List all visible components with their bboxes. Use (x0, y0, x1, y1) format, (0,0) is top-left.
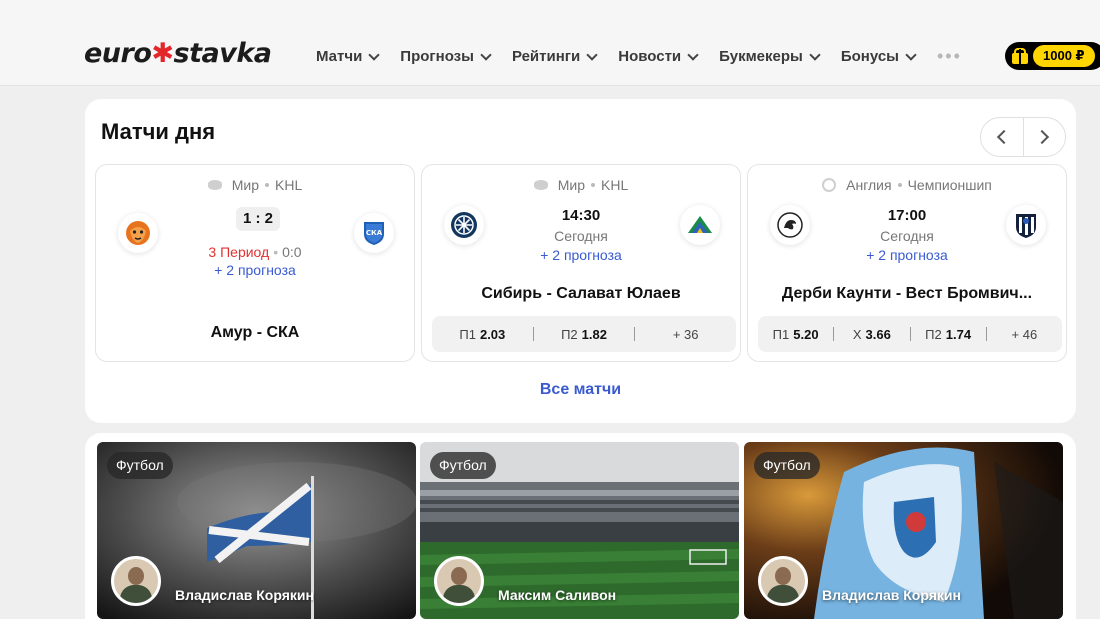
league-row: Мир KHL (96, 177, 414, 193)
site-header: euro✱stavka Матчи Прогнозы Рейтинги Ново… (0, 0, 1100, 86)
site-logo[interactable]: euro✱stavka (84, 38, 272, 69)
league-name: Чемпионшип (907, 177, 992, 193)
carousel-next-button[interactable] (1022, 118, 1065, 156)
author-avatar (758, 556, 808, 606)
forecasts-link[interactable]: + 2 прогноза (422, 247, 740, 263)
match-period: 3 Период (208, 244, 270, 260)
carousel-controls (980, 117, 1066, 157)
hockey-puck-icon (533, 180, 548, 190)
soccer-ball-icon (822, 178, 837, 192)
bonus-amount: 1000 ₽ (1033, 45, 1095, 67)
league-country: Мир (557, 177, 586, 193)
odd-p1[interactable]: П1 2.03 (432, 327, 533, 342)
match-name[interactable]: Амур - СКА (96, 324, 414, 342)
news-card[interactable]: Футбол Владислав Корякин (97, 442, 416, 619)
category-badge: Футбол (107, 452, 173, 479)
chevron-down-icon (905, 48, 917, 61)
separator-dot (897, 183, 902, 187)
match-period-row: 3 Период • 0:0 (208, 244, 302, 260)
author-avatar (111, 556, 161, 606)
separator-dot (591, 183, 596, 187)
section-title: Матчи дня (101, 119, 216, 144)
match-name[interactable]: Сибирь - Салават Юлаев (422, 285, 740, 303)
logo-text-part2: stavka (173, 38, 272, 69)
matches-of-day-panel: Матчи дня Мир KHL СКА 1 : 2 3 Период • 0:0… (85, 99, 1076, 423)
match-card-derby-wba[interactable]: Англия Чемпионшип 17:00 Сегодня + 2 прог… (747, 164, 1067, 362)
bonus-button[interactable]: 1000 ₽ (1005, 42, 1100, 70)
odd-p1[interactable]: П1 5.20 (758, 327, 833, 342)
all-matches-link[interactable]: Все матчи (85, 381, 1076, 399)
hockey-puck-icon (207, 180, 222, 190)
chevron-down-icon (586, 48, 598, 61)
odds-bar: П1 5.20 Х 3.66 П2 1.74 + 46 (758, 316, 1062, 352)
separator-dot (265, 183, 270, 187)
chevron-down-icon (368, 48, 380, 61)
odd-more[interactable]: + 36 (635, 327, 736, 342)
main-nav: Матчи Прогнозы Рейтинги Новости Букмекер… (316, 46, 962, 67)
league-country: Англия (846, 177, 892, 193)
nav-item-matches[interactable]: Матчи (316, 48, 380, 65)
nav-item-label: Прогнозы (400, 48, 474, 65)
nav-item-label: Новости (618, 48, 682, 65)
nav-item-forecasts[interactable]: Прогнозы (400, 48, 492, 65)
odd-p2[interactable]: П2 1.82 (534, 327, 635, 342)
gift-icon (1011, 48, 1029, 64)
author-name: Максим Саливон (498, 587, 617, 603)
match-card-amur-ska[interactable]: Мир KHL СКА 1 : 2 3 Период • 0:0 + 2 прогн… (95, 164, 415, 362)
nav-item-ratings[interactable]: Рейтинги (511, 48, 598, 65)
match-card-sibir-salavat[interactable]: Мир KHL 14:30 Сегодня + 2 прогноза Сибир… (421, 164, 741, 362)
league-row: Англия Чемпионшип (748, 177, 1066, 193)
logo-text-part1: euro (84, 38, 152, 69)
author-avatar (434, 556, 484, 606)
nav-item-news[interactable]: Новости (618, 48, 699, 65)
author-name: Владислав Корякин (822, 587, 961, 603)
odd-p2[interactable]: П2 1.74 (911, 327, 986, 342)
odd-x[interactable]: Х 3.66 (834, 327, 909, 342)
chevron-down-icon (809, 48, 821, 61)
match-time: 17:00 (887, 207, 927, 224)
more-menu-icon[interactable]: ••• (937, 46, 962, 67)
news-card[interactable]: Футбол Владислав Корякин (744, 442, 1063, 619)
match-name[interactable]: Дерби Каунти - Вест Бромвич... (748, 285, 1066, 303)
period-score: 0:0 (282, 244, 302, 260)
nav-item-bookmakers[interactable]: Букмекеры (719, 48, 821, 65)
carousel-prev-button[interactable] (981, 118, 1023, 156)
category-badge: Футбол (754, 452, 820, 479)
chevron-right-icon (1035, 129, 1050, 145)
league-row: Мир KHL (422, 177, 740, 193)
svg-text:СКА: СКА (366, 229, 383, 237)
match-day: Сегодня (880, 228, 934, 244)
news-card[interactable]: Футбол Максим Саливон (420, 442, 739, 619)
news-panel: Футбол Владислав Корякин Футбол Максим С… (85, 433, 1076, 619)
author-name: Владислав Корякин (175, 587, 314, 603)
match-time: 14:30 (561, 207, 601, 224)
odd-more[interactable]: + 46 (987, 327, 1062, 342)
match-day: Сегодня (554, 228, 608, 244)
nav-item-label: Букмекеры (719, 48, 803, 65)
nav-item-label: Рейтинги (511, 48, 581, 65)
forecasts-link[interactable]: + 2 прогноза (748, 247, 1066, 263)
chevron-down-icon (480, 48, 492, 61)
forecasts-link[interactable]: + 2 прогноза (96, 262, 414, 278)
league-name: KHL (275, 177, 303, 193)
chevron-down-icon (687, 48, 699, 61)
nav-item-label: Матчи (316, 48, 363, 65)
league-country: Мир (231, 177, 260, 193)
logo-star-icon: ✱ (151, 38, 174, 69)
category-badge: Футбол (430, 452, 496, 479)
league-name: KHL (601, 177, 629, 193)
chevron-left-icon (996, 129, 1012, 145)
odds-bar: П1 2.03 П2 1.82 + 36 (432, 316, 736, 352)
live-score: 1 : 2 (236, 207, 280, 231)
nav-item-bonuses[interactable]: Бонусы (840, 48, 917, 65)
nav-item-label: Бонусы (840, 48, 899, 65)
